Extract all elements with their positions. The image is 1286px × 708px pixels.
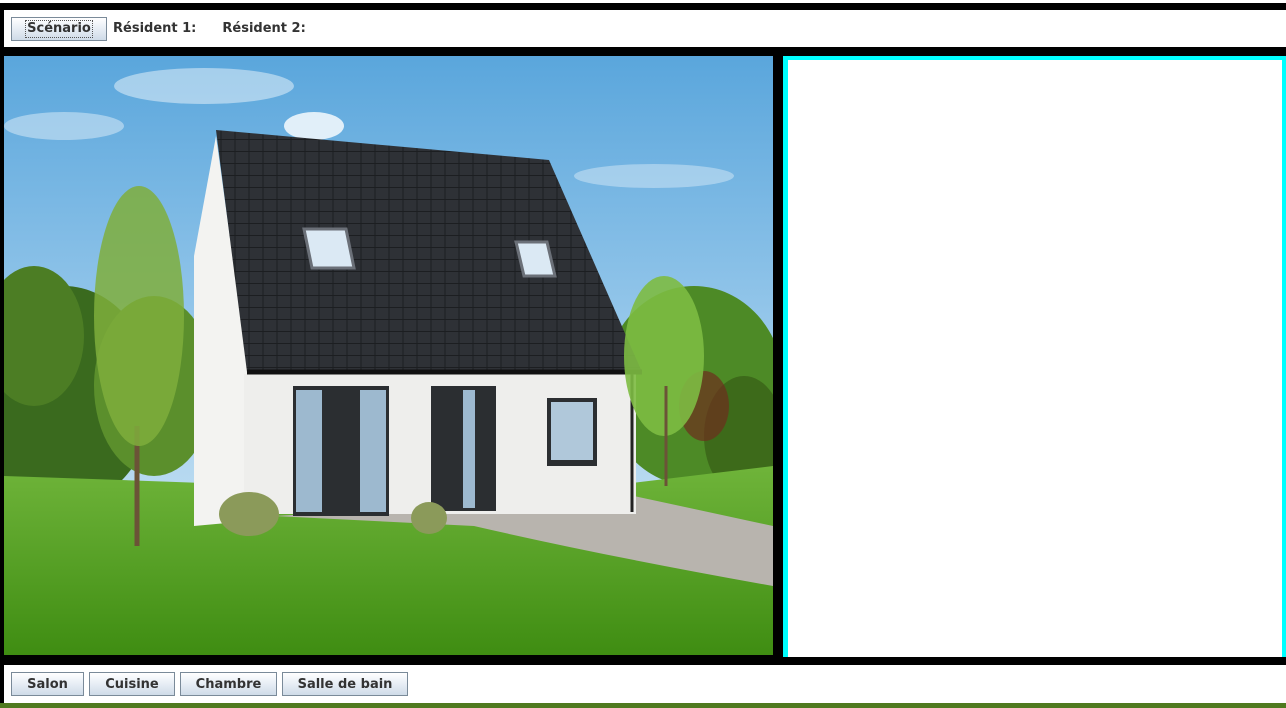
salon-button[interactable]: Salon	[11, 672, 84, 696]
resident-2-label: Résident 2:	[222, 21, 306, 36]
cuisine-button-label: Cuisine	[105, 676, 159, 692]
room-toolbar: Salon Cuisine Chambre Salle de bain	[4, 665, 1286, 703]
resident-1-label: Résident 1:	[113, 21, 197, 36]
salon-button-label: Salon	[27, 676, 68, 692]
side-panel-content	[788, 60, 1282, 657]
house-illustration	[4, 56, 773, 655]
scenario-button[interactable]: Scénario	[11, 16, 107, 41]
salle-de-bain-button-label: Salle de bain	[297, 676, 393, 692]
window-top-edge	[0, 0, 1286, 3]
chambre-button-label: Chambre	[195, 676, 262, 692]
chambre-button[interactable]: Chambre	[180, 672, 277, 696]
bottom-strip	[0, 703, 1286, 708]
salle-de-bain-button[interactable]: Salle de bain	[282, 672, 408, 696]
scenario-button-label: Scénario	[25, 19, 93, 38]
house-scene[interactable]	[4, 56, 773, 655]
top-toolbar: Scénario Résident 1: Résident 2:	[4, 10, 1286, 47]
cuisine-button[interactable]: Cuisine	[89, 672, 175, 696]
side-panel	[783, 56, 1286, 657]
